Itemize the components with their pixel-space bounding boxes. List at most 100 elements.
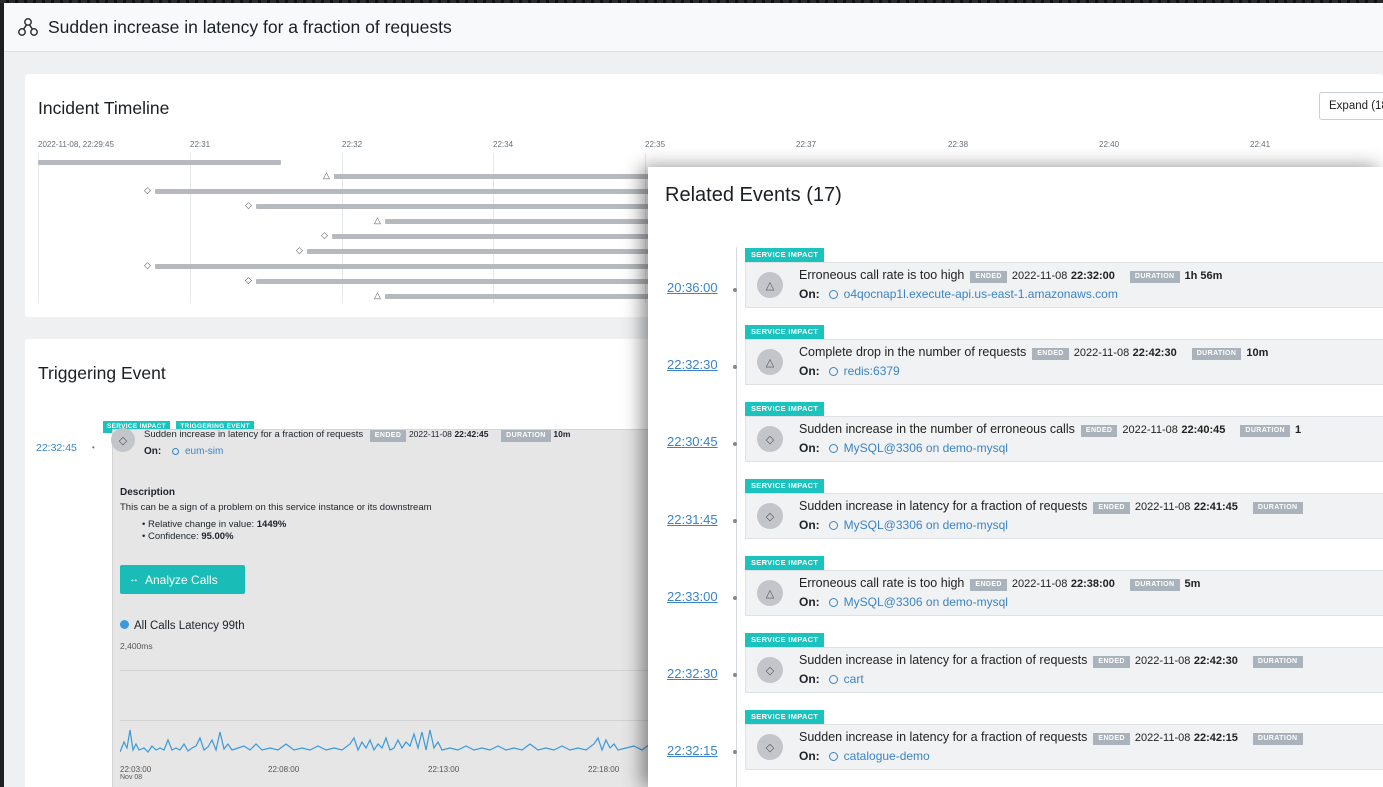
related-event-name: Sudden increase in latency for a fractio…: [799, 499, 1088, 513]
ended-tag: ENDED: [970, 271, 1007, 283]
duration-tag: DURATION: [501, 430, 551, 442]
diamond-icon: ◇: [757, 503, 783, 529]
bullet-value: 1449%: [256, 519, 287, 530]
triggering-event-title: Triggering Event: [38, 363, 166, 383]
ended-tag: ENDED: [1093, 656, 1130, 668]
timeline-bar[interactable]: [385, 219, 655, 224]
on-label: On:: [799, 672, 820, 686]
related-event-card[interactable]: ◇ Sudden increase in latency for a fract…: [745, 724, 1383, 770]
on-label: On:: [799, 364, 820, 378]
triangle-icon: △: [374, 290, 381, 300]
related-event-date: 2022-11-08: [1011, 270, 1068, 282]
related-event-card[interactable]: ◇ Sudden increase in latency for a fract…: [745, 647, 1383, 693]
related-event-card[interactable]: △ Erroneous call rate is too high ENDED 20…: [745, 570, 1383, 616]
description-bullet: • Relative change in value: 1449%: [142, 519, 287, 530]
related-event-time-link[interactable]: 22:33:00: [667, 589, 718, 604]
related-event-on-link[interactable]: cart: [844, 672, 864, 686]
timeline-tick: 22:31: [190, 140, 211, 149]
timeline-bar[interactable]: [256, 204, 656, 209]
related-event-time-link[interactable]: 22:31:45: [667, 512, 718, 527]
service-icon: [828, 675, 838, 684]
timeline-bar[interactable]: [385, 294, 655, 299]
related-event-on-link[interactable]: o4qocnap1l.execute-api.us-east-1.amazona…: [844, 287, 1118, 301]
timeline-gridline: [38, 153, 39, 303]
related-event-on-row: On: o4qocnap1l.execute-api.us-east-1.amaz…: [799, 287, 1118, 301]
related-event-row: Complete drop in the number of requests E…: [799, 345, 1268, 360]
service-impact-badge: SERVICE IMPACT: [745, 710, 825, 724]
related-event-time-link[interactable]: 22:32:15: [667, 743, 718, 758]
timeline-bar[interactable]: [332, 234, 655, 239]
timeline-bar[interactable]: [334, 174, 654, 179]
triangle-icon: △: [757, 272, 783, 298]
on-label: On:: [799, 287, 820, 301]
duration-tag: DURATION: [1252, 502, 1303, 514]
trigger-on-link[interactable]: eum-sim: [185, 446, 223, 457]
related-event-item: SERVICE IMPACT 20:36:00 △ Erroneous call…: [648, 248, 1383, 318]
related-event-time-link[interactable]: 22:30:45: [667, 434, 718, 449]
service-icon: [828, 521, 838, 530]
page-header: Sudden increase in latency for a fractio…: [4, 3, 1383, 52]
related-event-end: 22:42:15: [1193, 732, 1238, 744]
analyze-calls-button[interactable]: ↔ Analyze Calls: [120, 565, 245, 594]
related-event-duration: 10m: [1246, 347, 1269, 359]
chart-x-tick: 22:18:00: [588, 765, 620, 774]
related-event-item: SERVICE IMPACT 22:30:45 ◇ Sudden increas…: [648, 402, 1383, 472]
chart-gridline: [120, 670, 660, 671]
timeline-tick: 2022-11-08, 22:29:45: [38, 140, 114, 149]
ended-tag: ENDED: [369, 430, 407, 442]
timeline-bar[interactable]: [155, 189, 655, 194]
analyze-calls-label: Analyze Calls: [145, 572, 218, 587]
timeline-bar[interactable]: [155, 264, 655, 269]
related-event-time-link[interactable]: 20:36:00: [667, 280, 718, 295]
latency-series-line: [120, 729, 660, 753]
arrows-icon: ↔: [129, 574, 139, 585]
trigger-end-date: 2022-11-08: [408, 429, 452, 439]
related-event-card[interactable]: △ Erroneous call rate is too high ENDED 20…: [745, 262, 1383, 308]
related-event-name: Sudden increase in latency for a fractio…: [799, 730, 1088, 744]
related-event-item: SERVICE IMPACT 22:32:30 ◇ Sudden increas…: [648, 633, 1383, 703]
latency-chart: [120, 729, 660, 753]
trigger-time-link[interactable]: 22:32:45: [36, 442, 77, 454]
related-event-on-row: On: MySQL@3306 on demo-mysql: [799, 595, 1008, 609]
diamond-icon: ◇: [245, 275, 252, 285]
bullet-label: Relative change in value:: [147, 519, 255, 530]
related-event-row: Erroneous call rate is too high ENDED 2022…: [799, 268, 1222, 283]
related-event-end: 22:32:00: [1070, 270, 1115, 282]
timeline-bar[interactable]: [307, 249, 655, 254]
trigger-end-time: 22:42:45: [454, 429, 489, 439]
related-event-time-link[interactable]: 22:32:30: [667, 666, 718, 681]
ended-tag: ENDED: [1093, 733, 1130, 745]
service-impact-badge: SERVICE IMPACT: [745, 402, 825, 416]
description-text: This can be a sign of a problem on this …: [120, 502, 432, 513]
related-event-row: Erroneous call rate is too high ENDED 2022…: [799, 576, 1200, 591]
related-event-row: Sudden increase in latency for a fractio…: [799, 499, 1308, 514]
related-event-on-link[interactable]: redis:6379: [844, 364, 900, 378]
related-event-on-link[interactable]: MySQL@3306 on demo-mysql: [844, 595, 1008, 609]
expand-button[interactable]: Expand (18: [1319, 92, 1383, 120]
related-event-name: Sudden increase in the number of erroneo…: [799, 422, 1075, 436]
service-impact-badge: SERVICE IMPACT: [745, 633, 825, 647]
service-impact-badge: SERVICE IMPACT: [745, 556, 825, 570]
trigger-event-panel: ◇ Sudden increase in latency for a fract…: [111, 428, 672, 787]
related-event-time-link[interactable]: 22:32:30: [667, 357, 718, 372]
trigger-on-row: On: eum-sim: [144, 446, 223, 457]
bullet-value: 95.00%: [201, 531, 234, 542]
timeline-tick: 22:35: [645, 140, 666, 149]
timeline-dot: •: [92, 443, 95, 452]
timeline-bar[interactable]: [38, 160, 281, 165]
related-event-on-link[interactable]: MySQL@3306 on demo-mysql: [844, 441, 1008, 455]
trigger-event-row: Sudden increase in latency for a fractio…: [144, 429, 570, 442]
timeline-bar[interactable]: [256, 279, 656, 284]
ended-tag: ENDED: [1080, 425, 1118, 437]
related-event-card[interactable]: ◇ Sudden increase in the number of erron…: [745, 416, 1383, 462]
related-event-duration: 1: [1295, 424, 1302, 436]
on-label: On:: [799, 518, 820, 532]
related-event-on-link[interactable]: MySQL@3306 on demo-mysql: [844, 518, 1008, 532]
related-event-on-link[interactable]: catalogue-demo: [844, 749, 930, 763]
related-event-card[interactable]: △ Complete drop in the number of request…: [745, 339, 1383, 385]
on-label: On:: [144, 446, 162, 457]
timeline-dot: [733, 519, 737, 523]
related-event-card[interactable]: ◇ Sudden increase in latency for a fract…: [745, 493, 1383, 539]
diamond-icon: ◇: [321, 230, 328, 240]
timeline-tick: 22:40: [1099, 140, 1120, 149]
